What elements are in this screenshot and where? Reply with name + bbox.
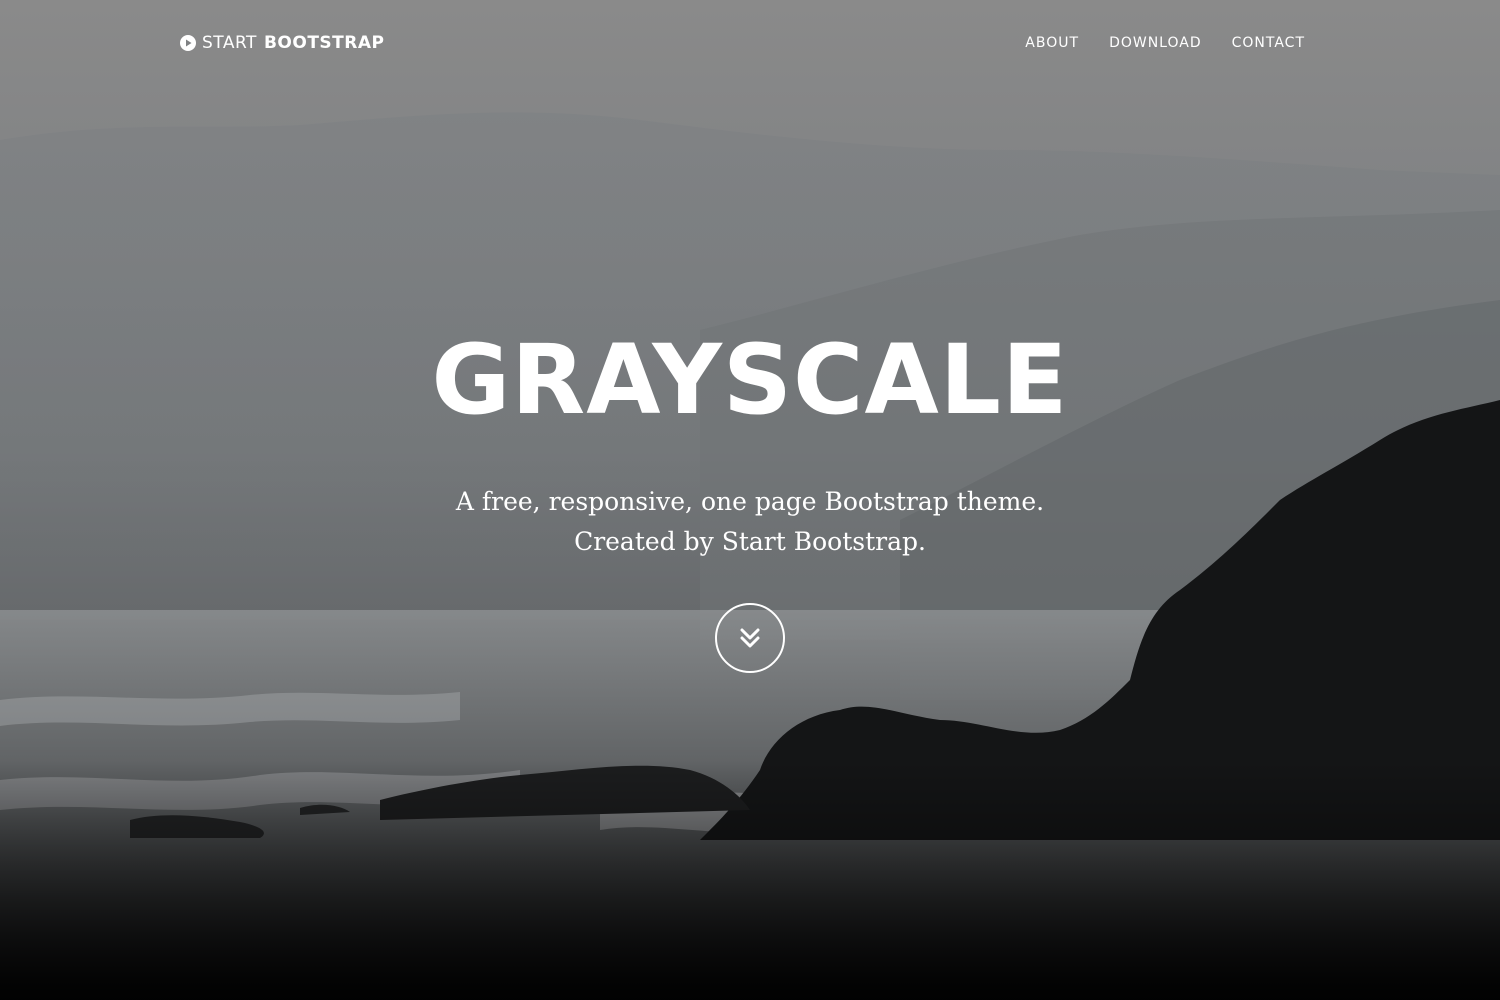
brand-link[interactable]: START BOOTSTRAP	[180, 33, 384, 53]
scroll-down-button[interactable]	[715, 603, 785, 673]
nav-link-download[interactable]: DOWNLOAD	[1109, 35, 1202, 51]
intro-line: A free, responsive, one page Bootstrap t…	[455, 487, 1045, 516]
double-chevron-down-icon	[740, 628, 760, 648]
masthead: GRAYSCALE A free, responsive, one page B…	[0, 320, 1500, 562]
intro-text: A free, responsive, one page Bootstrap t…	[400, 482, 1100, 562]
nav-link-about[interactable]: ABOUT	[1025, 35, 1079, 51]
play-circle-icon	[180, 35, 196, 51]
navbar: START BOOTSTRAP ABOUT DOWNLOAD CONTACT	[0, 0, 1500, 90]
nav-link-contact[interactable]: CONTACT	[1232, 35, 1305, 51]
hero-section: START BOOTSTRAP ABOUT DOWNLOAD CONTACT G…	[0, 0, 1500, 1000]
brand-prefix: START	[202, 33, 257, 53]
page-title: GRAYSCALE	[431, 324, 1069, 436]
intro-line: Created by Start Bootstrap.	[574, 527, 926, 556]
brand-name: BOOTSTRAP	[263, 33, 385, 53]
nav-links: ABOUT DOWNLOAD CONTACT	[1025, 35, 1305, 51]
